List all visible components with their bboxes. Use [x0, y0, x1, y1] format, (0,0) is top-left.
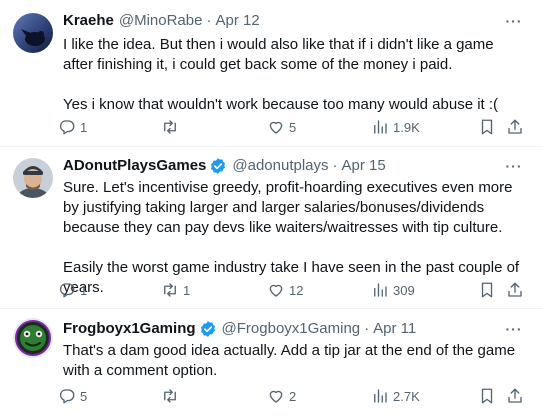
tweet[interactable]: Frogboyx1Gaming @Frogboyx1Gaming · Apr 1…	[0, 309, 542, 415]
share-button[interactable]	[506, 116, 524, 138]
like-button[interactable]: 12	[267, 279, 303, 301]
user-handle[interactable]: @Frogboyx1Gaming	[222, 319, 361, 339]
tweet-header: Frogboyx1Gaming @Frogboyx1Gaming · Apr 1…	[63, 319, 492, 339]
reply-count: 5	[80, 388, 88, 404]
retweet-button[interactable]	[161, 385, 183, 407]
tweet-paragraph: That's a dam good idea actually. Add a t…	[63, 342, 516, 379]
view-count: 309	[393, 282, 415, 298]
like-button[interactable]: 2	[267, 385, 296, 407]
tweet-actions: 1 1 12 309	[58, 279, 528, 301]
more-options-icon[interactable]: ···	[504, 322, 524, 342]
reply-button[interactable]: 1	[58, 279, 87, 301]
tweet-date[interactable]: Apr 15	[342, 156, 386, 176]
tweet-paragraph: Sure. Let's incentivise greedy, profit-h…	[63, 179, 513, 236]
bookmark-icon	[481, 388, 493, 404]
heart-icon	[269, 284, 283, 297]
reply-count: 1	[80, 282, 88, 298]
separator-dot: ·	[206, 12, 212, 29]
reply-icon	[59, 120, 75, 135]
reply-icon	[59, 283, 75, 298]
avatar[interactable]	[13, 318, 53, 358]
avatar[interactable]	[13, 158, 53, 198]
share-button[interactable]	[506, 279, 524, 301]
retweet-button[interactable]: 1	[161, 279, 190, 301]
more-options-icon[interactable]: ···	[504, 14, 524, 34]
display-name[interactable]: Frogboyx1Gaming	[63, 319, 196, 339]
tweet-actions: 1 5 1.9K	[58, 116, 528, 138]
share-icon	[508, 282, 522, 297]
views-icon	[374, 389, 387, 403]
retweet-button[interactable]	[161, 116, 183, 138]
tweet-actions: 5 2 2.7K	[58, 385, 528, 407]
like-count: 12	[289, 282, 304, 298]
display-name[interactable]: Kraehe	[63, 11, 114, 31]
reply-icon	[59, 389, 75, 404]
reply-count: 1	[80, 119, 88, 135]
reply-feed: Kraehe @MinoRabe · Apr 12 ··· I like the…	[0, 0, 542, 415]
like-count: 2	[289, 388, 297, 404]
share-icon	[508, 119, 522, 134]
like-button[interactable]: 5	[267, 116, 296, 138]
retweet-icon	[164, 389, 176, 403]
display-name[interactable]: ADonutPlaysGames	[63, 156, 206, 176]
view-count: 1.9K	[393, 119, 420, 135]
tweet-paragraph: I like the idea. But then i would also l…	[63, 36, 494, 73]
retweet-count: 1	[183, 282, 191, 298]
share-icon	[508, 388, 522, 403]
tweet-header: Kraehe @MinoRabe · Apr 12	[63, 11, 492, 31]
tweet[interactable]: ADonutPlaysGames @adonutplays · Apr 15 ·…	[0, 147, 542, 309]
bookmark-button[interactable]	[478, 116, 496, 138]
tweet-text: I like the idea. But then i would also l…	[63, 35, 526, 115]
tweet-date[interactable]: Apr 12	[215, 11, 259, 31]
bookmark-button[interactable]	[478, 385, 496, 407]
tweet[interactable]: Kraehe @MinoRabe · Apr 12 ··· I like the…	[0, 0, 542, 147]
view-count: 2.7K	[393, 388, 420, 404]
heart-icon	[269, 121, 283, 134]
more-options-icon[interactable]: ···	[504, 159, 524, 179]
reply-button[interactable]: 1	[58, 116, 87, 138]
tweet-date[interactable]: Apr 11	[373, 319, 416, 339]
bookmark-icon	[481, 282, 493, 298]
reply-button[interactable]: 5	[58, 385, 87, 407]
views-button[interactable]: 2.7K	[371, 385, 420, 407]
retweet-icon	[164, 283, 176, 297]
heart-icon	[269, 390, 283, 403]
retweet-icon	[164, 120, 176, 134]
user-handle[interactable]: @adonutplays	[232, 156, 328, 176]
bookmark-icon	[481, 119, 493, 135]
separator-dot: ·	[364, 320, 370, 337]
tweet-text: That's a dam good idea actually. Add a t…	[63, 341, 526, 381]
share-button[interactable]	[506, 385, 524, 407]
views-icon	[374, 283, 387, 297]
tweet-header: ADonutPlaysGames @adonutplays · Apr 15	[63, 156, 492, 176]
views-button[interactable]: 309	[371, 279, 415, 301]
verified-badge-icon	[211, 158, 226, 174]
avatar[interactable]	[13, 13, 53, 53]
like-count: 5	[289, 119, 297, 135]
tweet-paragraph: Yes i know that wouldn't work because to…	[63, 96, 499, 113]
user-handle[interactable]: @MinoRabe	[119, 11, 203, 31]
bookmark-button[interactable]	[478, 279, 496, 301]
views-button[interactable]: 1.9K	[371, 116, 420, 138]
views-icon	[374, 120, 387, 134]
verified-badge-icon	[200, 321, 215, 337]
separator-dot: ·	[332, 157, 338, 174]
